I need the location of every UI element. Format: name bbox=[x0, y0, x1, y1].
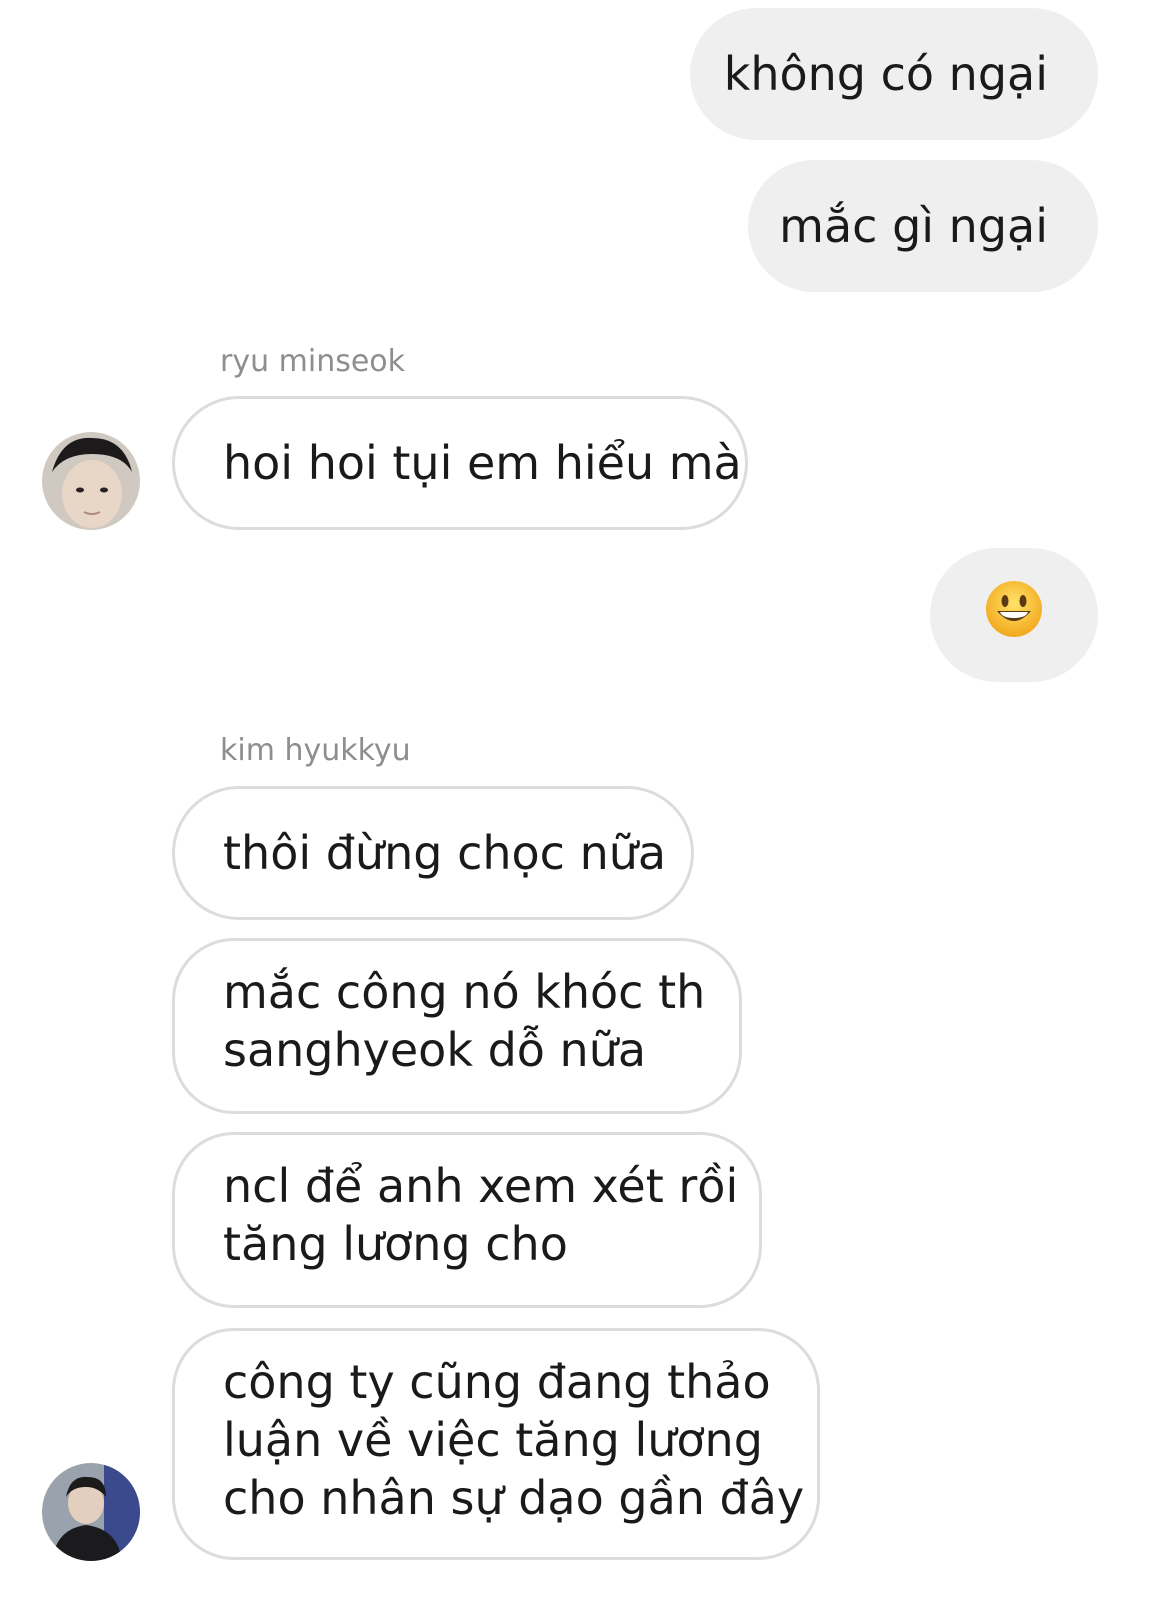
incoming-message-bubble[interactable]: ncl để anh xem xét rồi tăng lương cho bbox=[172, 1132, 762, 1308]
message-text-line: công ty cũng đang thảo bbox=[223, 1355, 771, 1409]
message-text: mắc gì ngại bbox=[779, 199, 1048, 253]
message-text-line: ncl để anh xem xét rồi bbox=[223, 1159, 739, 1213]
user-avatar-icon[interactable] bbox=[42, 432, 140, 530]
message-text: hoi hoi tụi em hiểu mà bbox=[223, 436, 742, 490]
outgoing-message-bubble[interactable]: mắc gì ngại bbox=[748, 160, 1098, 292]
outgoing-emoji-bubble[interactable] bbox=[930, 548, 1098, 682]
outgoing-message-bubble[interactable]: không có ngại bbox=[690, 8, 1098, 140]
message-text: thôi đừng chọc nữa bbox=[223, 826, 667, 880]
message-text-line: tăng lương cho bbox=[223, 1217, 568, 1271]
message-text-line: mắc công nó khóc th bbox=[223, 965, 706, 1019]
message-text: không có ngại bbox=[723, 47, 1048, 101]
sender-name: kim hyukkyu bbox=[220, 733, 411, 768]
message-text-line: cho nhân sự dạo gần đây bbox=[223, 1471, 805, 1525]
sender-name: ryu minseok bbox=[220, 344, 406, 379]
message-text-line: luận về việc tăng lương bbox=[223, 1413, 763, 1467]
incoming-message-bubble[interactable]: hoi hoi tụi em hiểu mà bbox=[172, 396, 748, 530]
user-avatar-icon[interactable] bbox=[42, 1463, 140, 1561]
incoming-message-bubble[interactable]: thôi đừng chọc nữa bbox=[172, 786, 694, 920]
incoming-message-bubble[interactable]: công ty cũng đang thảo luận về việc tăng… bbox=[172, 1328, 820, 1560]
grinning-face-icon bbox=[984, 579, 1044, 652]
message-text-line: sanghyeok dỗ nữa bbox=[223, 1023, 647, 1077]
incoming-message-bubble[interactable]: mắc công nó khóc th sanghyeok dỗ nữa bbox=[172, 938, 742, 1114]
